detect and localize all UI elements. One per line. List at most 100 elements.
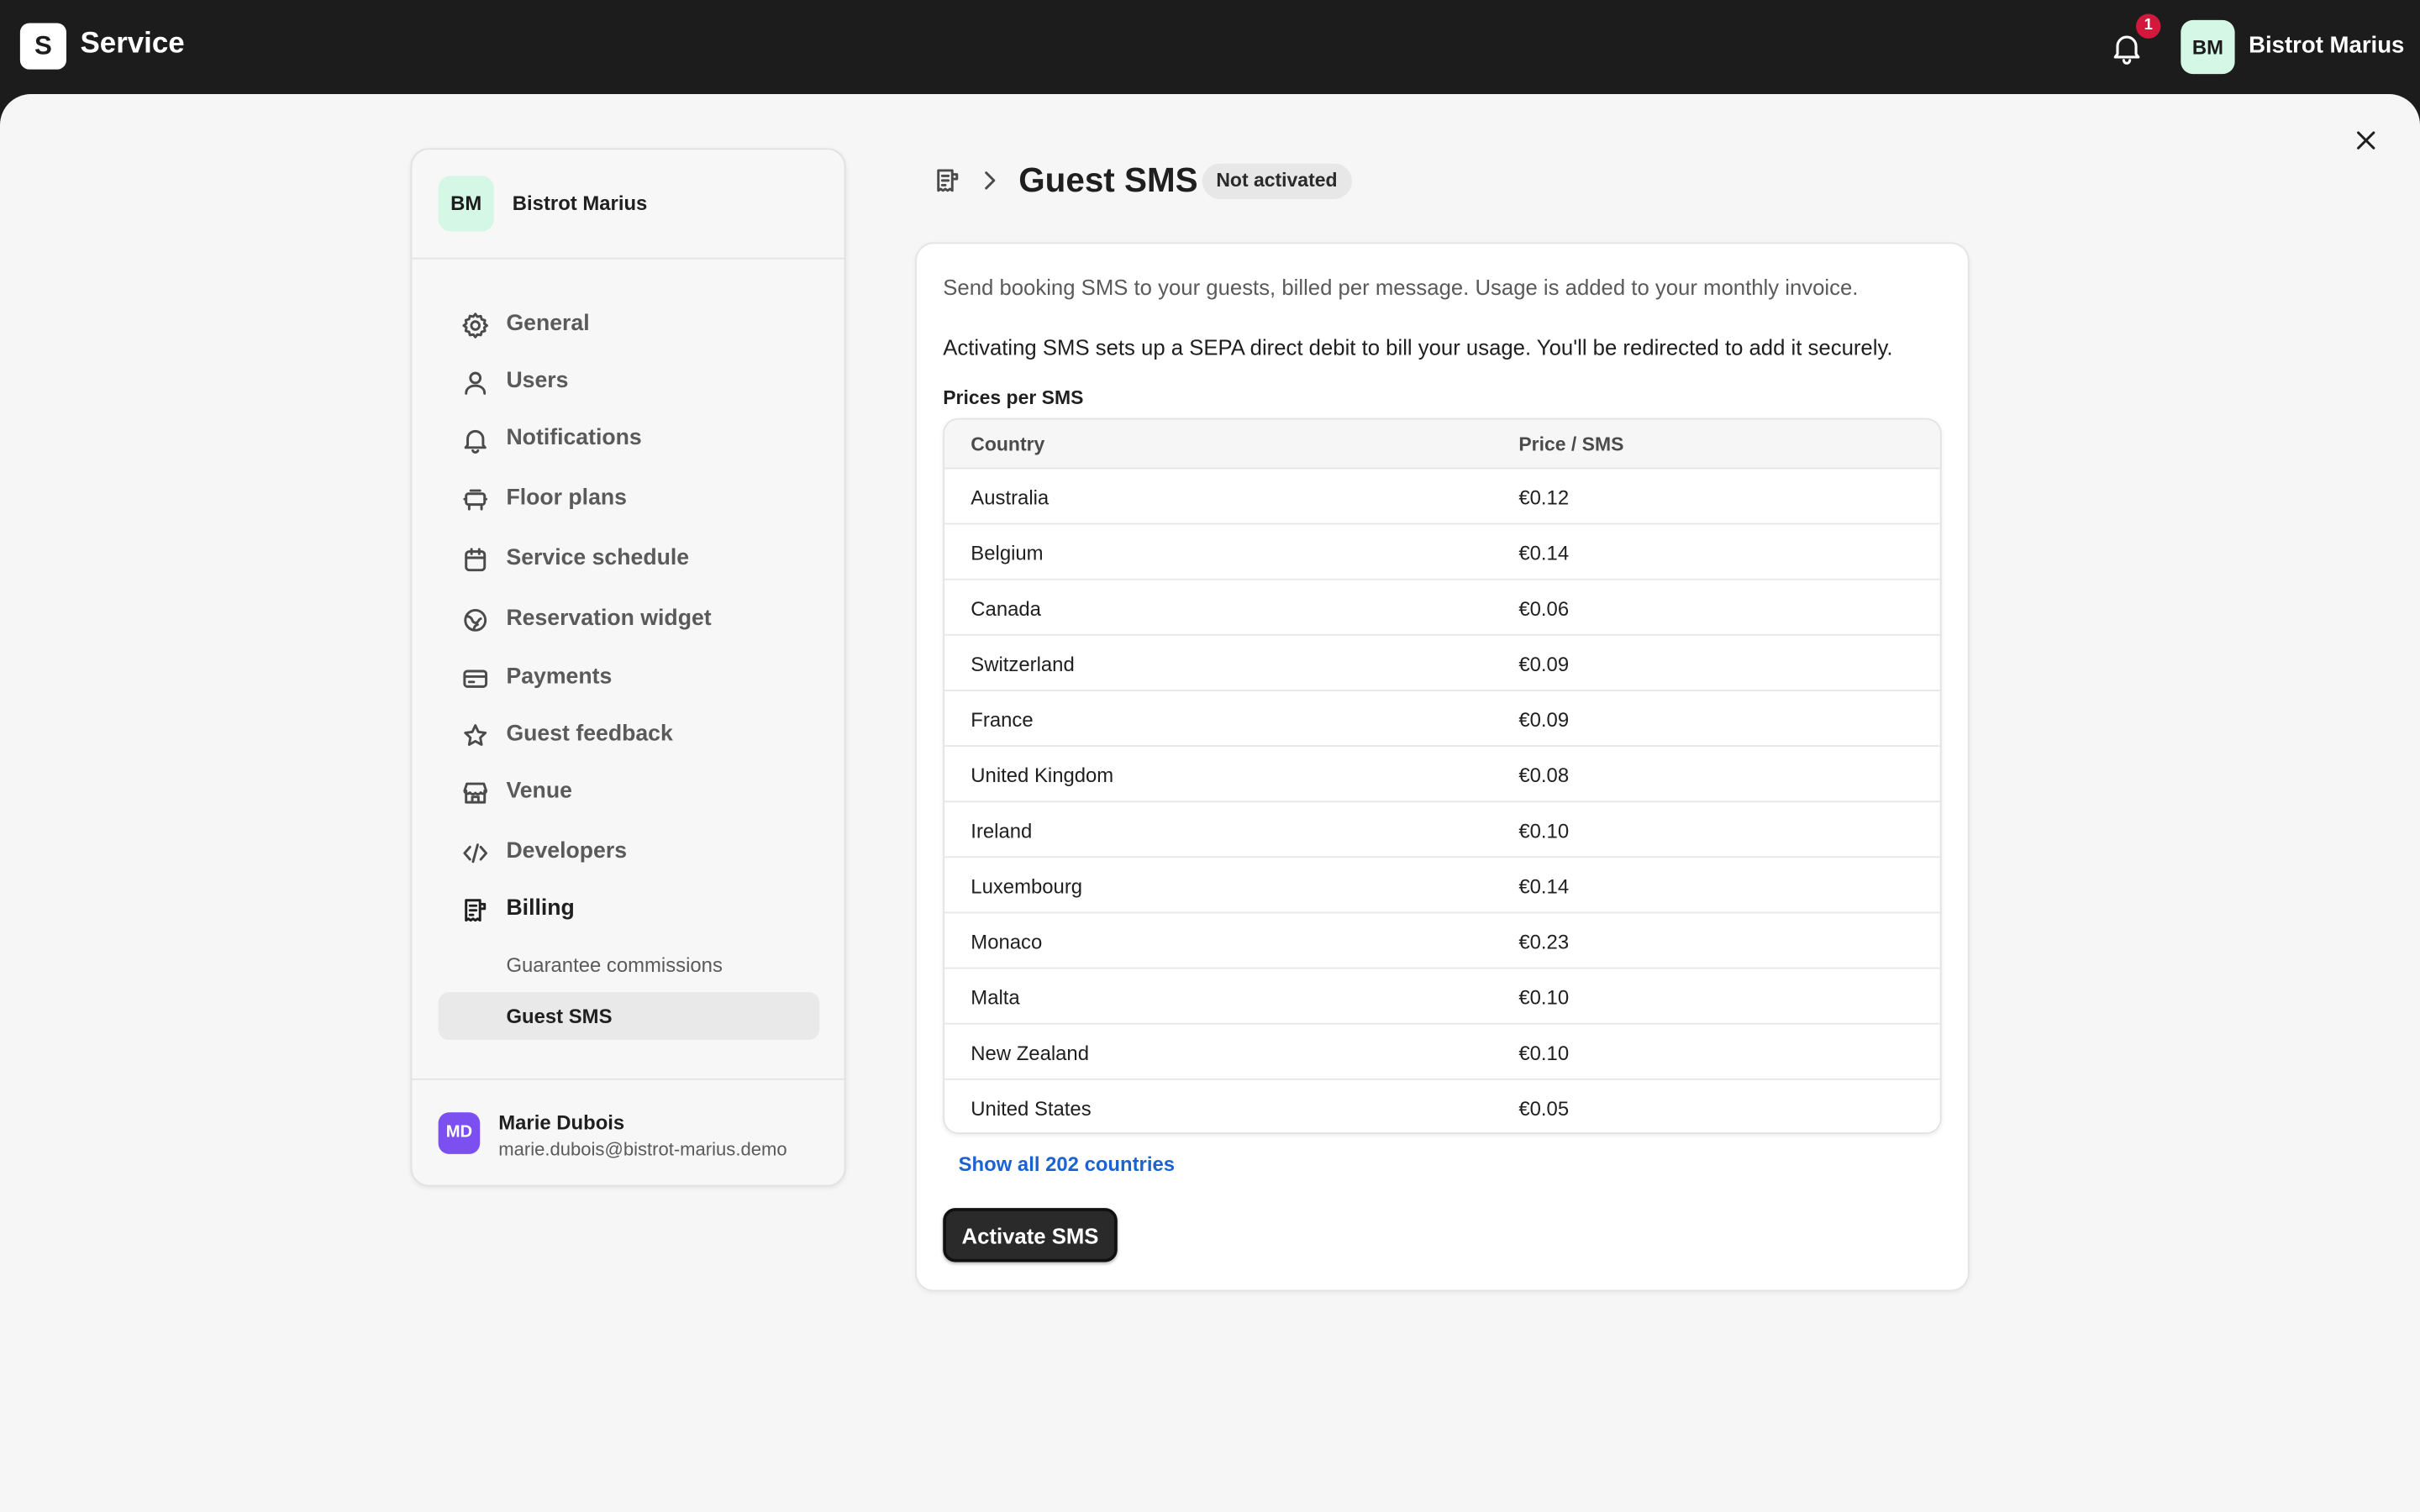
price-cell: €0.09: [1518, 652, 1570, 676]
sepa-notice: Activating SMS sets up a SEPA direct deb…: [943, 334, 1893, 360]
price-cell: €0.23: [1518, 930, 1570, 954]
notification-count-badge: 1: [2136, 13, 2161, 39]
country-cell: Australia: [971, 486, 1050, 510]
avatar: BM: [438, 176, 494, 232]
sidebar-item-payments[interactable]: Payments: [439, 654, 820, 704]
settings-sidebar: BM Bistrot Marius General Users Notifica…: [410, 148, 846, 1187]
bell-icon: [460, 424, 491, 455]
country-cell: Belgium: [971, 541, 1044, 565]
sidebar-item-developers[interactable]: Developers: [439, 828, 820, 878]
page-title: Guest SMS: [1018, 160, 1198, 199]
user-email: marie.dubois@bistrot-marius.demo: [498, 1138, 787, 1161]
sidebar-item-floor-plans[interactable]: Floor plans: [439, 475, 820, 525]
country-cell: Ireland: [971, 819, 1033, 843]
user-name: Marie Dubois: [498, 1110, 625, 1135]
price-cell: €0.08: [1518, 764, 1570, 787]
sidebar-item-guest-feedback[interactable]: Guest feedback: [439, 711, 820, 761]
chevron-right-icon: [977, 166, 1002, 194]
guest-sms-card: Send booking SMS to your guests, billed …: [915, 242, 1970, 1292]
sidebar-item-label: Notifications: [506, 425, 642, 451]
sidebar-subitem-guarantee-commissions[interactable]: Guarantee commissions: [439, 941, 820, 989]
app-logo[interactable]: S: [19, 23, 66, 70]
receipt-icon[interactable]: [932, 165, 963, 197]
table-row: Belgium €0.14: [944, 524, 1940, 580]
price-cell: €0.14: [1518, 541, 1570, 565]
sidebar-item-label: Venue: [506, 779, 572, 804]
close-icon[interactable]: [2349, 123, 2383, 157]
sidebar-item-label: General: [506, 312, 590, 337]
receipt-icon: [460, 895, 491, 926]
country-cell: Switzerland: [971, 652, 1075, 676]
country-cell: Malta: [971, 985, 1020, 1010]
country-cell: Canada: [971, 596, 1041, 621]
sidebar-item-label: Reservation widget: [506, 606, 712, 632]
table-row: Australia €0.12: [944, 469, 1940, 525]
country-cell: United Kingdom: [971, 764, 1114, 787]
sidebar-item-reservation-widget[interactable]: Reservation widget: [439, 596, 820, 645]
table-header: Country Price / SMS: [944, 419, 1940, 470]
sidebar-item-service-schedule[interactable]: Service schedule: [439, 535, 820, 585]
price-cell: €0.06: [1518, 596, 1570, 621]
table-row: Malta €0.10: [944, 969, 1940, 1025]
country-cell: United States: [971, 1096, 1092, 1121]
calendar-icon: [460, 544, 491, 575]
price-cell: €0.05: [1518, 1096, 1570, 1121]
sidebar-venue-header: BM Bistrot Marius: [412, 150, 844, 260]
star-icon: [460, 721, 491, 752]
activate-sms-button[interactable]: Activate SMS: [943, 1208, 1118, 1263]
sidebar-subitem-label: Guarantee commissions: [506, 953, 723, 977]
app-name[interactable]: Service: [81, 28, 185, 61]
user-icon: [460, 367, 491, 398]
sidebar-item-general[interactable]: General: [439, 301, 820, 350]
country-cell: New Zealand: [971, 1041, 1090, 1065]
price-cell: €0.10: [1518, 985, 1570, 1010]
sidebar-item-users[interactable]: Users: [439, 358, 820, 407]
sidebar-item-label: Users: [506, 368, 569, 394]
column-header-price: Price / SMS: [1518, 433, 1624, 455]
sidebar-item-venue[interactable]: Venue: [439, 769, 820, 818]
sidebar-item-label: Guest feedback: [506, 722, 673, 747]
gear-icon: [460, 310, 491, 341]
table-row: Ireland €0.10: [944, 802, 1940, 858]
country-cell: Monaco: [971, 930, 1043, 954]
price-cell: €0.10: [1518, 1041, 1570, 1065]
country-cell: France: [971, 708, 1034, 732]
globe-icon: [460, 605, 491, 636]
table-row: France €0.09: [944, 691, 1940, 747]
table-row: New Zealand €0.10: [944, 1025, 1940, 1080]
table-row: Luxembourg €0.14: [944, 858, 1940, 914]
sidebar-user[interactable]: MD Marie Dubois marie.dubois@bistrot-mar…: [412, 1078, 844, 1187]
sidebar-item-label: Floor plans: [506, 486, 628, 511]
price-cell: €0.12: [1518, 486, 1570, 510]
table-row: Switzerland €0.09: [944, 636, 1940, 691]
prices-heading: Prices per SMS: [943, 387, 1084, 409]
sidebar-item-label: Payments: [506, 664, 613, 690]
country-cell: Luxembourg: [971, 874, 1083, 898]
sidebar-item-label: Service schedule: [506, 546, 690, 571]
price-cell: €0.14: [1518, 874, 1570, 898]
prices-table: Country Price / SMS Australia €0.12 Belgiu…: [943, 417, 1942, 1135]
table-row: Monaco €0.23: [944, 913, 1940, 969]
credit-card-icon: [460, 664, 491, 695]
store-icon: [460, 778, 491, 809]
intro-text: Send booking SMS to your guests, billed …: [943, 274, 1859, 300]
sidebar-item-notifications[interactable]: Notifications: [439, 415, 820, 465]
show-all-countries-link[interactable]: Show all 202 countries: [959, 1152, 1175, 1176]
avatar: MD: [438, 1112, 481, 1154]
sidebar-item-label: Billing: [506, 896, 575, 921]
sidebar-item-label: Developers: [506, 839, 628, 864]
sidebar-item-billing[interactable]: Billing: [439, 885, 820, 935]
sidebar-subitem-guest-sms[interactable]: Guest SMS: [438, 992, 820, 1040]
table-icon: [460, 485, 491, 516]
table-row: United States €0.05: [944, 1080, 1940, 1132]
table-row: Canada €0.06: [944, 580, 1940, 636]
price-cell: €0.10: [1518, 819, 1570, 843]
top-bar: S Service 1 BM Bistrot Marius: [0, 0, 2420, 95]
status-badge: Not activated: [1202, 163, 1352, 199]
sidebar-venue-name: Bistrot Marius: [512, 191, 648, 215]
column-header-country: Country: [971, 433, 1045, 455]
venue-avatar[interactable]: BM: [2181, 19, 2235, 75]
venue-switcher[interactable]: Bistrot Marius: [2249, 33, 2404, 59]
sidebar-subitem-label: Guest SMS: [506, 1004, 613, 1028]
code-icon: [460, 837, 491, 869]
